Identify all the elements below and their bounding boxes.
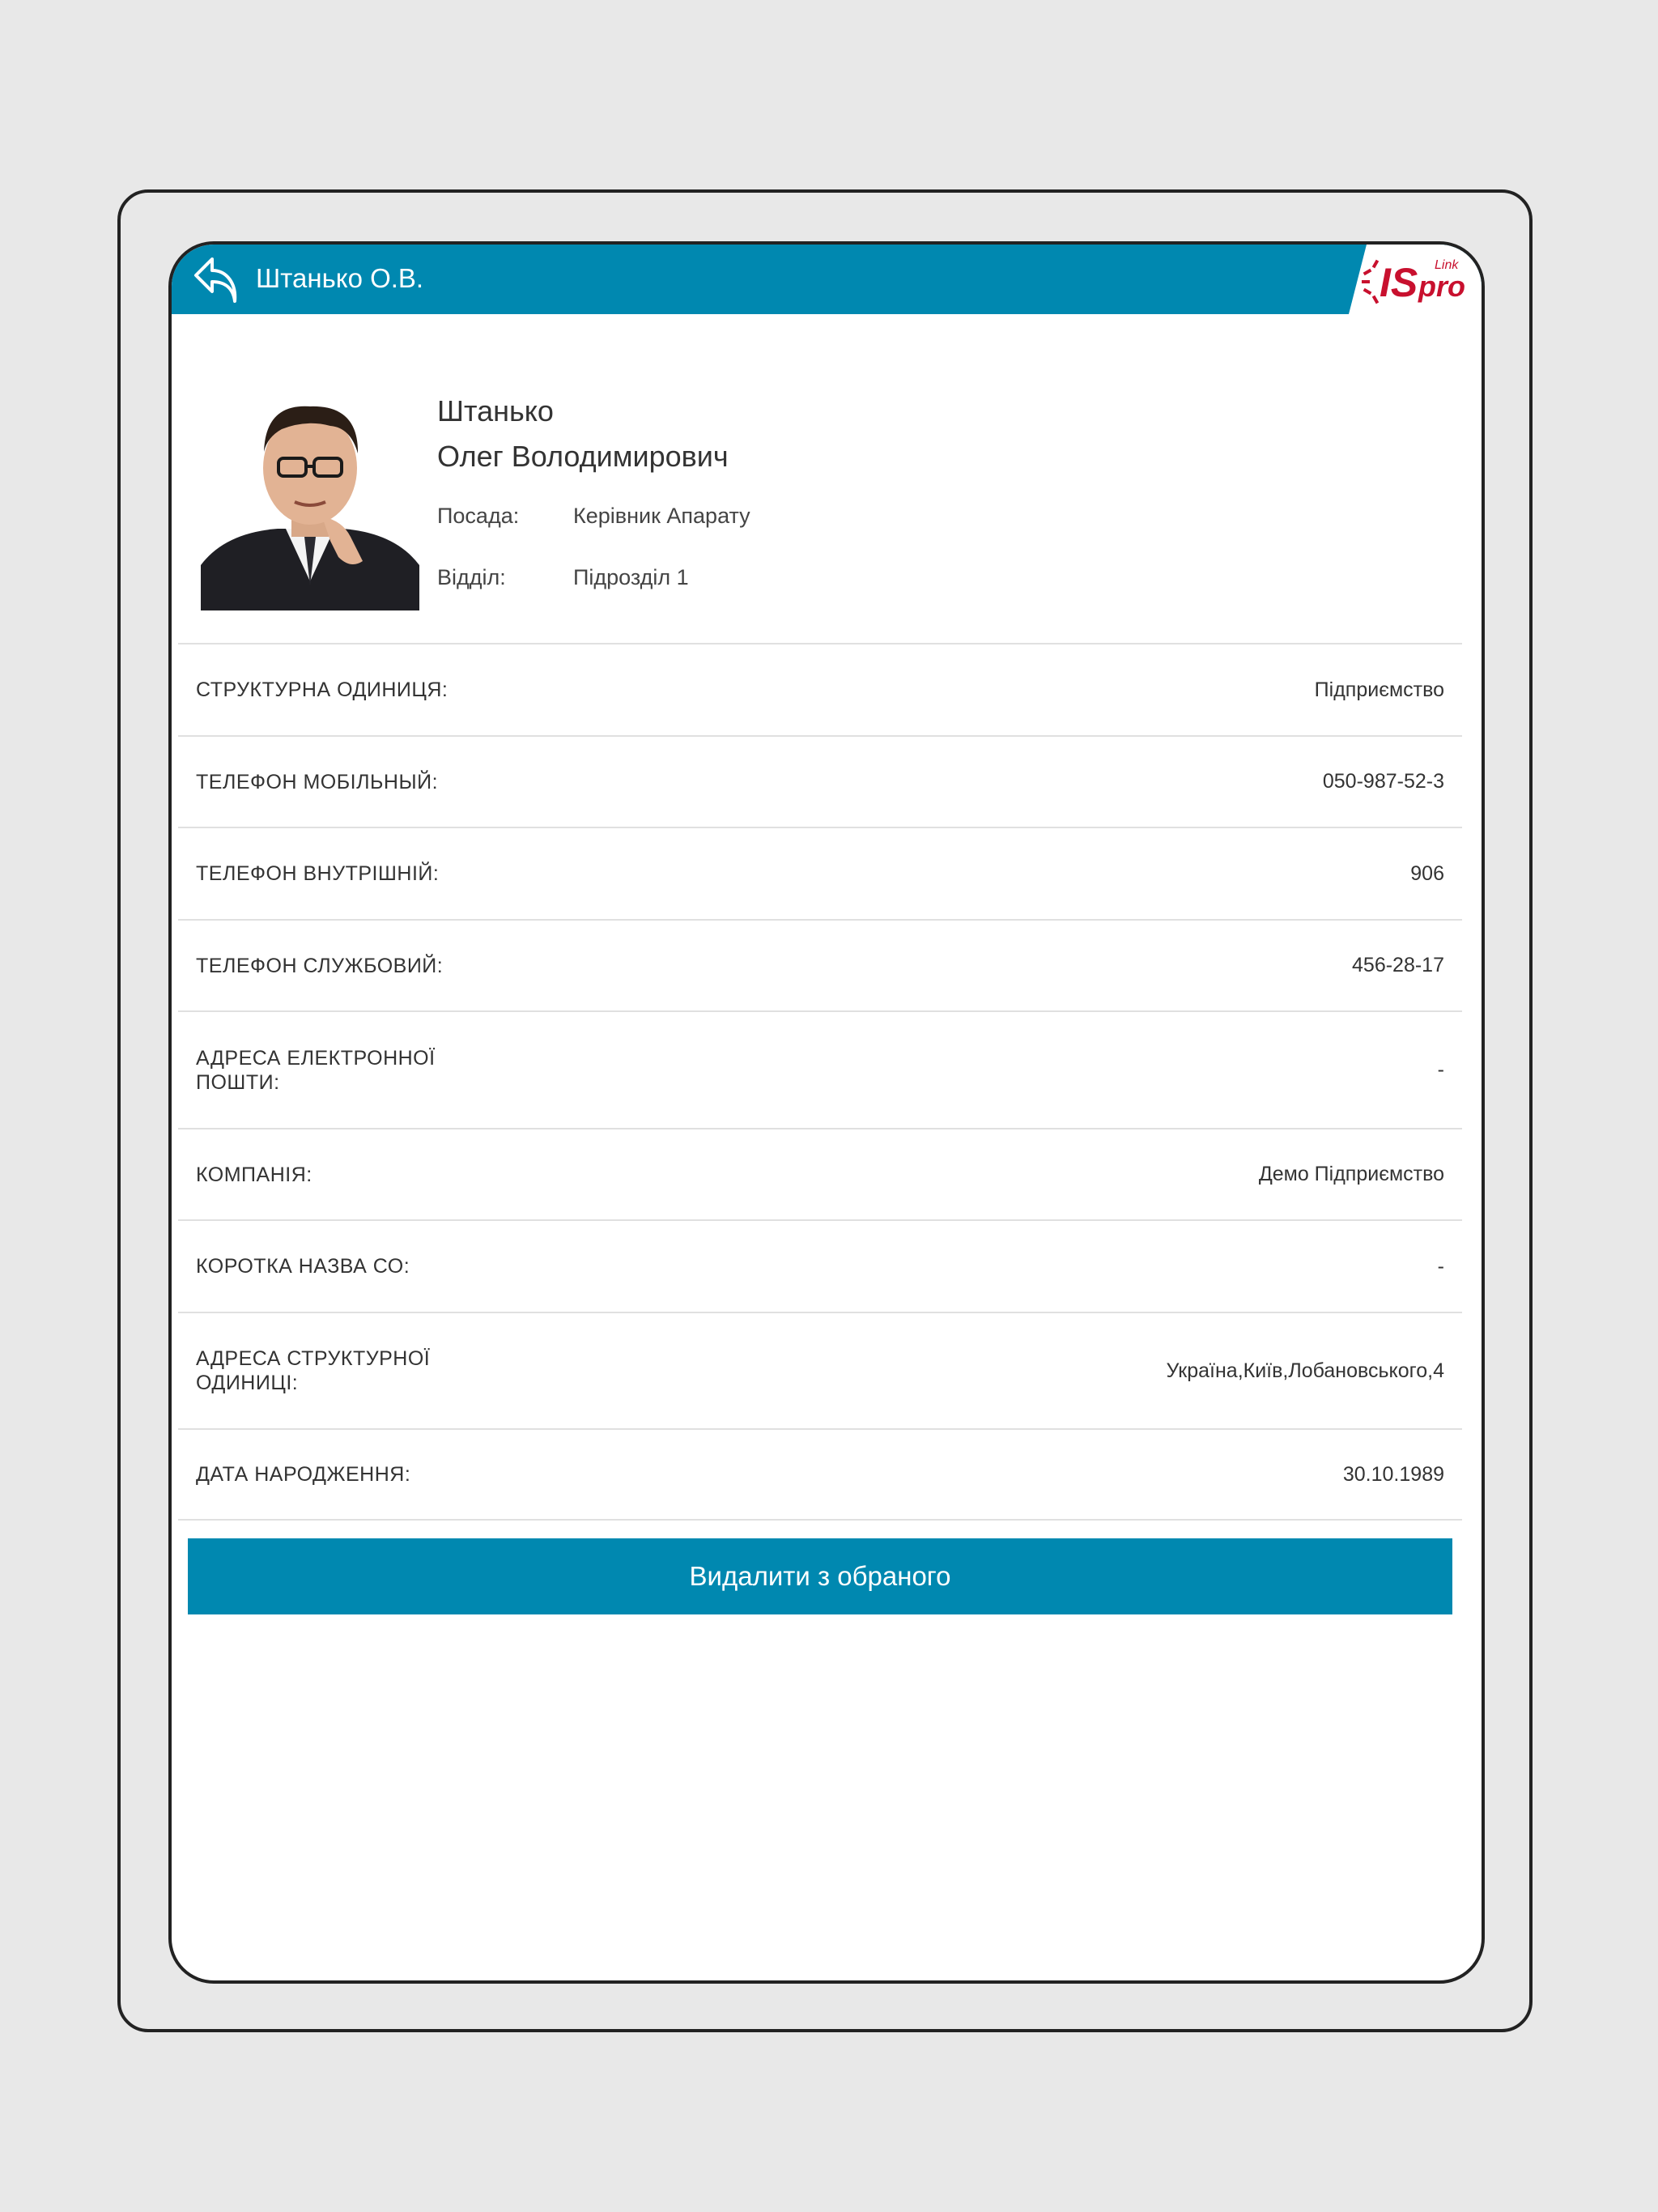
detail-label: СТРУКТУРНА ОДИНИЦЯ: bbox=[196, 678, 449, 701]
detail-row-structural-unit: СТРУКТУРНА ОДИНИЦЯ: Підприємство bbox=[178, 643, 1462, 735]
avatar bbox=[201, 395, 419, 610]
detail-row-short-name: КОРОТКА НАЗВА СО: - bbox=[178, 1219, 1462, 1312]
detail-value[interactable]: 050-987-52-3 bbox=[1323, 770, 1444, 793]
position-label: Посада: bbox=[437, 504, 520, 528]
detail-row-office-phone[interactable]: ТЕЛЕФОН СЛУЖБОВИЙ: 456-28-17 bbox=[178, 919, 1462, 1010]
detail-label: ТЕЛЕФОН СЛУЖБОВИЙ: bbox=[196, 954, 444, 977]
department-value: Підрозділ 1 bbox=[573, 565, 689, 589]
app-screen: Штанько О.В. IS pro Link Штанько Олег Во… bbox=[168, 241, 1485, 1984]
detail-row-unit-address: АДРЕСА СТРУКТУРНОЇ ОДИНИЦІ: Україна,Київ… bbox=[178, 1312, 1462, 1428]
detail-value: Демо Підприємство bbox=[1258, 1163, 1444, 1185]
detail-value: 30.10.1989 bbox=[1342, 1462, 1444, 1486]
ispro-logo: IS pro Link bbox=[1362, 258, 1465, 305]
detail-label: ТЕЛЕФОН ВНУТРІШНІЙ: bbox=[196, 862, 440, 885]
detail-value[interactable]: 906 bbox=[1410, 862, 1444, 886]
detail-label: ДАТА НАРОДЖЕННЯ: bbox=[196, 1463, 411, 1486]
svg-text:pro: pro bbox=[1418, 270, 1465, 303]
back-arrow-icon[interactable] bbox=[189, 251, 241, 308]
logo-small-text: Link bbox=[1435, 258, 1459, 272]
detail-row-mobile-phone[interactable]: ТЕЛЕФОН МОБІЛЬНЫЙ: 050-987-52-3 bbox=[178, 735, 1462, 827]
employee-given-names: Олег Володимирович bbox=[437, 440, 729, 473]
department-label: Відділ: bbox=[437, 565, 506, 589]
detail-value: - bbox=[1437, 1254, 1444, 1278]
svg-text:IS: IS bbox=[1380, 260, 1418, 305]
remove-from-favorites-button[interactable]: Видалити з обраного bbox=[188, 1538, 1452, 1614]
employee-surname: Штанько bbox=[437, 394, 554, 428]
app-header: Штанько О.В. IS pro Link bbox=[172, 245, 1482, 314]
detail-row-birth-date: ДАТА НАРОДЖЕННЯ: 30.10.1989 bbox=[178, 1428, 1462, 1521]
details-list: СТРУКТУРНА ОДИНИЦЯ: Підприємство ТЕЛЕФОН… bbox=[178, 643, 1462, 1521]
profile-card: Штанько Олег Володимирович Посада: Керів… bbox=[172, 314, 1482, 646]
detail-label: КОМПАНІЯ: bbox=[196, 1163, 312, 1186]
detail-value: Підприємство bbox=[1314, 678, 1444, 701]
detail-value[interactable]: 456-28-17 bbox=[1352, 954, 1444, 977]
logo-area: IS pro Link bbox=[1349, 245, 1482, 314]
detail-label: ТЕЛЕФОН МОБІЛЬНЫЙ: bbox=[196, 770, 439, 793]
detail-row-email[interactable]: АДРЕСА ЕЛЕКТРОННОЇ ПОШТИ: - bbox=[178, 1010, 1462, 1128]
position-value: Керівник Апарату bbox=[573, 504, 750, 528]
detail-row-company: КОМПАНІЯ: Демо Підприємство bbox=[178, 1128, 1462, 1219]
detail-row-internal-phone[interactable]: ТЕЛЕФОН ВНУТРІШНІЙ: 906 bbox=[178, 827, 1462, 919]
detail-value[interactable]: - bbox=[1438, 1058, 1444, 1082]
detail-label: КОРОТКА НАЗВА СО: bbox=[196, 1255, 410, 1278]
detail-label: АДРЕСА ЕЛЕКТРОННОЇ ПОШТИ: bbox=[196, 1046, 436, 1094]
detail-value: Україна,Київ,Лобановського,4 bbox=[1166, 1359, 1444, 1382]
detail-label: АДРЕСА СТРУКТУРНОЇ ОДИНИЦІ: bbox=[196, 1347, 431, 1394]
header-title: Штанько О.В. bbox=[256, 263, 424, 293]
